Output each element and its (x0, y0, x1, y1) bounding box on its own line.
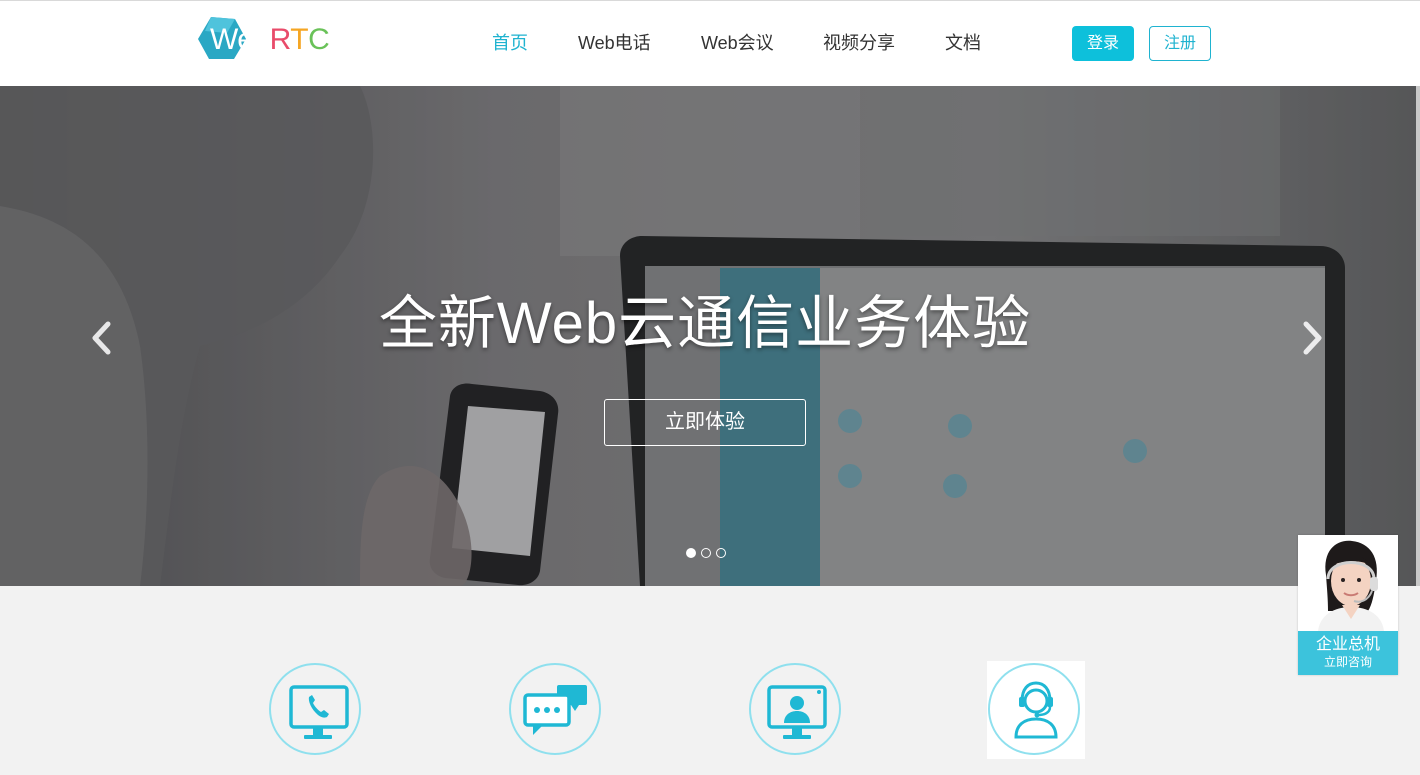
phone-monitor-icon (289, 685, 349, 739)
webrtc-logo[interactable]: WebRTC (197, 15, 330, 63)
user-monitor-icon (767, 685, 827, 739)
nav-item-web-meeting[interactable]: Web会议 (701, 29, 774, 55)
contact-label: 企业总机 立即咨询 (1298, 631, 1398, 675)
contact-widget[interactable]: 企业总机 立即咨询 (1298, 535, 1398, 675)
nav-item-video-share[interactable]: 视频分享 (823, 29, 895, 55)
chat-bubbles-icon (523, 685, 587, 735)
page-scrollbar[interactable] (1416, 86, 1420, 586)
feature-web-phone[interactable] (269, 663, 361, 755)
feature-customer-service[interactable] (988, 663, 1080, 755)
feature-web-chat[interactable] (509, 663, 601, 755)
contact-subtitle: 立即咨询 (1323, 655, 1372, 669)
carousel-dot-2[interactable] (701, 548, 711, 558)
agent-photo-icon (1298, 535, 1398, 631)
hero-title: 全新Web云通信业务体验 (378, 291, 1032, 356)
chevron-right-icon (1303, 321, 1322, 355)
login-button[interactable]: 登录 (1072, 26, 1134, 61)
carousel-next-button[interactable] (1298, 318, 1328, 358)
headset-agent-icon (1014, 681, 1058, 739)
carousel-prev-button[interactable] (86, 318, 116, 358)
try-now-button[interactable]: 立即体验 (604, 399, 806, 446)
carousel-dot-3[interactable] (716, 548, 726, 558)
logo-t-text: T (290, 23, 309, 56)
logo-web-text: Web (210, 23, 270, 56)
logo-r-text: R (269, 23, 291, 56)
register-button[interactable]: 注册 (1149, 26, 1211, 61)
site-header: WebRTC 首页 Web电话 Web会议 视频分享 文档 登录 注册 (0, 0, 1420, 86)
nav-item-docs[interactable]: 文档 (945, 29, 981, 55)
nav-item-home[interactable]: 首页 (492, 29, 528, 55)
contact-title: 企业总机 (1315, 636, 1380, 653)
hero-carousel: 全新Web云通信业务体验 立即体验 (0, 86, 1416, 586)
chevron-left-icon (92, 321, 111, 355)
feature-web-meeting[interactable] (749, 663, 841, 755)
nav-item-web-phone[interactable]: Web电话 (578, 29, 651, 55)
logo-text: WebRTC (210, 23, 330, 57)
logo-c-text: C (308, 23, 330, 56)
feature-service-wrapper (987, 661, 1085, 759)
customer-service-avatar (1298, 535, 1398, 631)
carousel-dot-1[interactable] (686, 548, 696, 558)
